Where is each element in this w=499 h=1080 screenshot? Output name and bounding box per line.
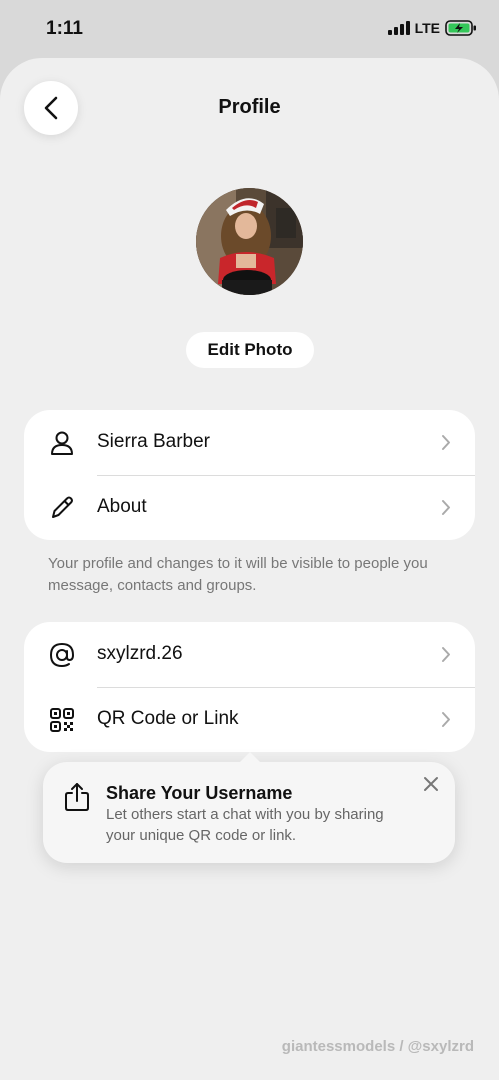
network-type: LTE	[414, 20, 440, 36]
chevron-right-icon	[442, 500, 450, 515]
battery-icon	[445, 20, 476, 36]
status-indicators: LTE	[387, 20, 477, 36]
username-row[interactable]: sxylzrd.26	[24, 622, 475, 687]
tooltip-title: Share Your Username	[106, 783, 293, 803]
profile-photo	[196, 188, 303, 295]
profile-sheet: Profile Edit Photo Sierra Barber About Y…	[0, 58, 499, 1080]
chevron-right-icon	[442, 647, 450, 662]
qr-code-label: QR Code or Link	[97, 708, 239, 729]
username-label: sxylzrd.26	[97, 643, 183, 664]
signal-icon	[387, 21, 410, 35]
tooltip-arrow	[239, 752, 261, 763]
name-row[interactable]: Sierra Barber	[24, 410, 475, 475]
pencil-icon	[52, 496, 73, 518]
status-bar: 1:11 LTE	[0, 0, 499, 58]
name-label: Sierra Barber	[97, 431, 210, 452]
status-time: 1:11	[46, 18, 83, 39]
avatar[interactable]	[196, 188, 303, 295]
share-icon	[65, 783, 89, 811]
person-icon	[51, 431, 73, 455]
page-title: Profile	[218, 96, 281, 118]
chevron-right-icon	[442, 435, 450, 450]
about-row[interactable]: About	[24, 475, 475, 540]
about-label: About	[97, 496, 147, 517]
profile-visibility-note: Your profile and changes to it will be v…	[48, 555, 428, 594]
qr-code-row[interactable]: QR Code or Link	[24, 687, 475, 752]
tooltip-body: Let others start a chat with you by shar…	[106, 806, 384, 844]
username-card: sxylzrd.26 QR Code or Link	[24, 622, 475, 752]
edit-photo-button[interactable]: Edit Photo	[186, 332, 314, 368]
chevron-right-icon	[442, 712, 450, 727]
close-icon	[424, 777, 438, 791]
at-icon	[49, 642, 75, 668]
watermark: giantessmodels / @sxylzrd	[281, 1038, 474, 1055]
share-username-tooltip: Share Your Username Let others start a c…	[43, 752, 455, 863]
profile-info-card: Sierra Barber About	[24, 410, 475, 540]
close-button[interactable]	[421, 774, 441, 794]
qr-code-icon	[50, 708, 74, 732]
